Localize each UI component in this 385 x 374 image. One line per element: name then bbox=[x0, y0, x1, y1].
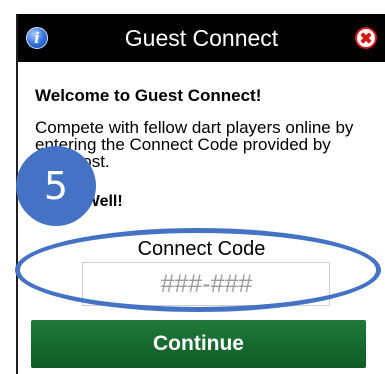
connect-code-input[interactable] bbox=[82, 262, 330, 306]
dialog-title: Guest Connect bbox=[124, 25, 279, 51]
close-icon[interactable] bbox=[355, 27, 377, 49]
step-number-badge: 5 bbox=[16, 146, 96, 226]
welcome-heading: Welcome to Guest Connect! bbox=[35, 86, 262, 105]
dialog-titlebar: i Guest Connect bbox=[18, 14, 385, 62]
connect-code-label: Connect Code bbox=[137, 238, 266, 260]
continue-button[interactable]: Continue bbox=[31, 320, 366, 368]
